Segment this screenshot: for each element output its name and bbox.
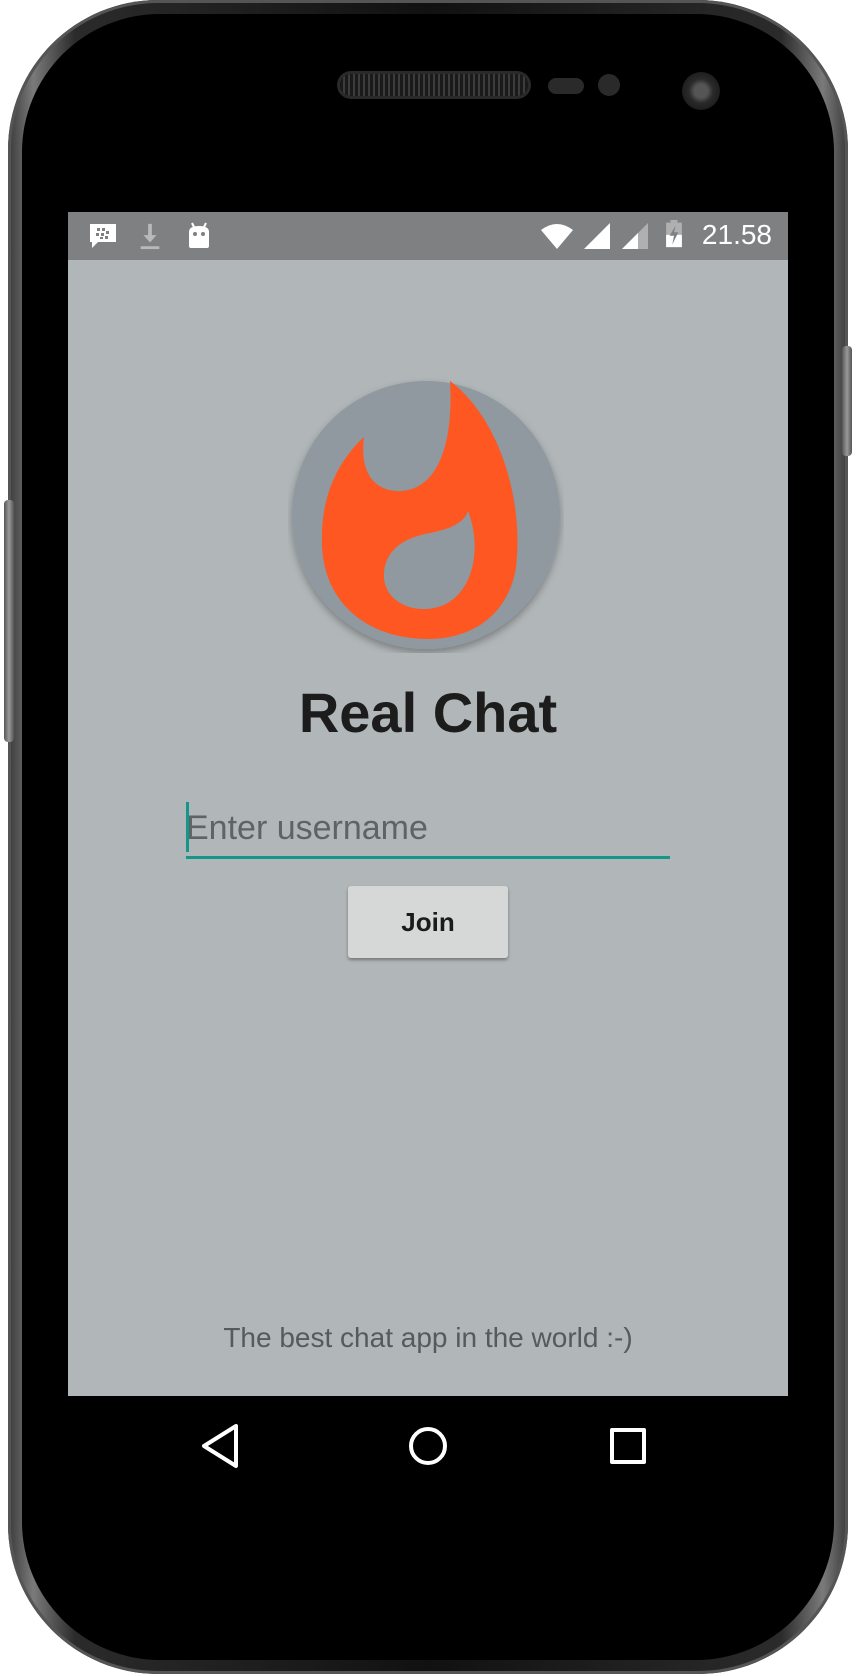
app-content: Real Chat Join The best chat app in the …: [68, 260, 788, 1396]
back-icon[interactable]: [192, 1416, 252, 1476]
flame-logo-icon: [292, 381, 560, 649]
android-icon: [189, 222, 209, 248]
tagline: The best chat app in the world :-): [223, 1322, 633, 1353]
home-icon[interactable]: [398, 1416, 458, 1476]
screen: 21.58 Real Chat Join The best chat app i…: [68, 212, 788, 1492]
wifi-icon: [541, 224, 573, 249]
side-button-right: [842, 346, 852, 456]
cell-signal-icon: [584, 223, 610, 249]
light-sensor: [598, 74, 620, 96]
battery-charging-icon: [666, 220, 682, 248]
recents-icon[interactable]: [598, 1416, 658, 1476]
join-button[interactable]: Join: [348, 886, 508, 958]
text-cursor: [186, 802, 189, 852]
earpiece-speaker: [340, 74, 528, 96]
status-time: 21.58: [701, 219, 772, 250]
navigation-bar: [68, 1396, 788, 1492]
status-bar: 21.58: [68, 212, 788, 260]
side-button-left: [4, 500, 14, 742]
app-title: Real Chat: [298, 681, 558, 744]
front-camera: [682, 72, 720, 110]
bbm-icon: [90, 224, 116, 248]
download-icon: [140, 223, 160, 250]
username-input[interactable]: [186, 800, 670, 859]
cell-signal-2-icon: [622, 223, 648, 249]
proximity-sensor: [548, 78, 584, 94]
